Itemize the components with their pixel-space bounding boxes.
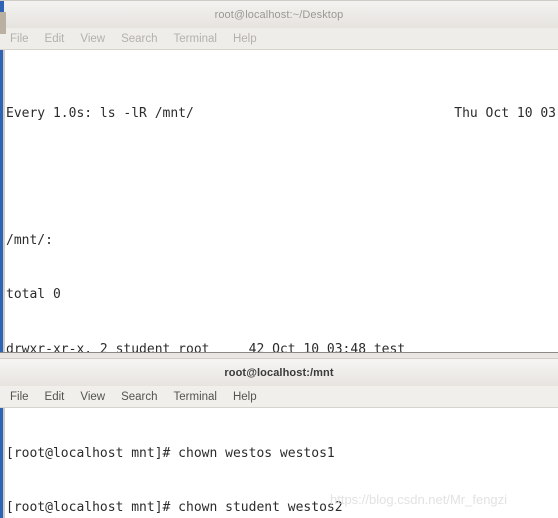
menu-file-watch[interactable]: File (10, 33, 29, 45)
terminal-output-shell: [root@localhost mnt]# chown westos westo… (0, 408, 558, 518)
menu-help-watch[interactable]: Help (233, 33, 257, 45)
menu-search-shell[interactable]: Search (121, 391, 157, 403)
watch-header-command: Every 1.0s: ls -lR /mnt/ (6, 106, 194, 122)
menu-search-watch[interactable]: Search (121, 33, 157, 45)
command-line: [root@localhost mnt]# chown westos westo… (6, 446, 335, 462)
terminal-body-watch[interactable]: Every 1.0s: ls -lR /mnt/ Thu Oct 10 03 /… (0, 50, 558, 352)
window-separator-line (0, 352, 558, 353)
output-line: drwxr-xr-x. 2 student root 42 Oct 10 03:… (6, 341, 406, 353)
menu-view-watch[interactable]: View (80, 33, 105, 45)
menubar-watch[interactable]: File Edit View Search Terminal Help (0, 28, 558, 50)
output-line: total 0 (6, 287, 61, 303)
terminal-window-shell[interactable]: root@localhost:/mnt File Edit View Searc… (0, 358, 558, 518)
menu-help-shell[interactable]: Help (233, 391, 257, 403)
menu-edit-watch[interactable]: Edit (45, 33, 65, 45)
menu-terminal-shell[interactable]: Terminal (174, 391, 217, 403)
desktop-screen: root@localhost:~/Desktop File Edit View … (0, 0, 558, 518)
terminal-output-watch: Every 1.0s: ls -lR /mnt/ Thu Oct 10 03 /… (0, 50, 558, 352)
titlebar-shell[interactable]: root@localhost:/mnt (0, 358, 558, 386)
output-line: /mnt/: (6, 232, 53, 248)
watch-header-timestamp: Thu Oct 10 03 (454, 106, 556, 122)
titlebar-watch[interactable]: root@localhost:~/Desktop (0, 0, 558, 34)
command-line: [root@localhost mnt]# chown student west… (6, 500, 343, 516)
watch-header-line: Every 1.0s: ls -lR /mnt/ Thu Oct 10 03 (6, 105, 558, 123)
menu-view-shell[interactable]: View (80, 391, 105, 403)
terminal-window-watch[interactable]: root@localhost:~/Desktop File Edit View … (0, 0, 558, 352)
window-title-shell: root@localhost:/mnt (224, 366, 334, 379)
menu-edit-shell[interactable]: Edit (45, 391, 65, 403)
menu-file-shell[interactable]: File (10, 391, 29, 403)
window-title-watch: root@localhost:~/Desktop (214, 8, 344, 21)
menu-terminal-watch[interactable]: Terminal (174, 33, 217, 45)
window-edge-marker-icon (0, 12, 6, 34)
terminal-body-shell[interactable]: [root@localhost mnt]# chown westos westo… (0, 408, 558, 518)
menubar-shell[interactable]: File Edit View Search Terminal Help (0, 386, 558, 408)
